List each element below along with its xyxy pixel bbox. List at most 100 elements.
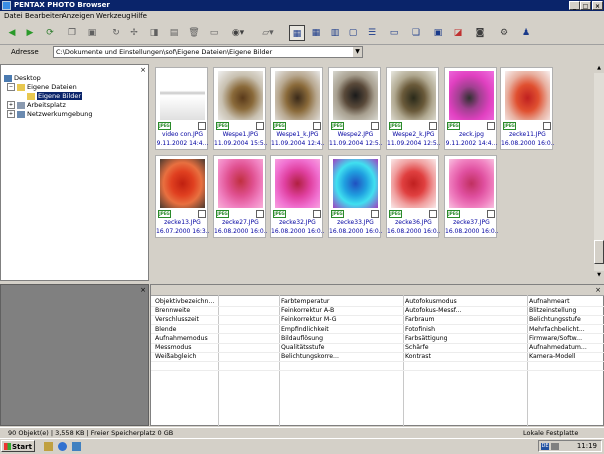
file-date: 11.09.2004 12:4... [271,140,324,147]
rotate-icon[interactable]: ↻ [108,25,124,41]
view-eye-icon[interactable]: ◉▾ [230,25,246,41]
menu-datei[interactable]: Datei [4,12,23,21]
folder-icon[interactable]: ▱▾ [260,25,276,41]
small-thumb-view-icon[interactable]: ▦ [308,25,324,41]
property-label: Autofokus-Messf... [405,307,462,315]
select-checkbox[interactable] [487,122,495,130]
select-checkbox[interactable] [313,210,321,218]
tree-item-netzwerkumgebung[interactable]: + Netzwerkumgebung [7,110,92,119]
thumbnail-item[interactable]: JPEG Wespe2.JPG 11.09.2004 12:5... [328,67,382,150]
select-checkbox[interactable] [198,122,206,130]
file-date: 11.09.2004 12:5... [387,140,440,147]
thumbnail-item[interactable]: JPEG zecke37.JPG 16.08.2000 16:0... [444,155,498,238]
thumbnail-image [160,159,205,208]
select-checkbox[interactable] [313,122,321,130]
tray-icon[interactable] [551,443,559,450]
select-checkbox[interactable] [198,210,206,218]
property-label: Mehrfachbelicht... [529,325,585,333]
select-checkbox[interactable] [371,210,379,218]
gallery-scrollbar[interactable]: ▲ ▼ [594,64,604,280]
select-checkbox[interactable] [429,210,437,218]
tree-item-eigene-dateien[interactable]: − Eigene Dateien [7,83,77,92]
trash-icon[interactable]: 🗑 [186,25,202,41]
thumbnail-item[interactable]: JPEG zecke33.JPG 16.08.2000 16:0... [328,155,382,238]
thumbnail-item[interactable]: JPEG Wespe2_k.JPG 11.09.2004 12:5... [386,67,440,150]
menu-anzeigen[interactable]: Anzeigen [62,12,94,21]
property-label: Kamera-Modell [529,353,576,361]
back-icon[interactable]: ◀ [4,25,20,41]
quicklaunch-desktop-icon[interactable] [44,442,53,451]
preview-view-icon[interactable]: ☰ [364,25,380,41]
thumbnail-item[interactable]: JPEG zecke11.JPG 16.08.2000 16:0... [500,67,554,150]
detail-view-icon[interactable]: ▢ [345,25,361,41]
move-tool-icon[interactable]: ✢ [126,25,142,41]
expand-icon[interactable]: + [7,101,15,109]
thumbnail-item[interactable]: JPEG Wespe1_k.JPG 11.09.2004 12:4... [270,67,324,150]
select-checkbox[interactable] [429,122,437,130]
maximize-button[interactable]: □ [580,1,591,10]
close-button[interactable]: × [592,1,603,10]
select-checkbox[interactable] [371,122,379,130]
tree-item-desktop[interactable]: Desktop [4,74,41,83]
settings-icon[interactable]: ⚙ [496,25,512,41]
file-name: Wespe1.JPG [222,131,259,138]
camera-icon[interactable]: ◙ [472,25,488,41]
menu-hilfe[interactable]: Hilfe [131,12,147,21]
image-edit-icon[interactable]: ◪ [450,25,466,41]
thumbnail-item[interactable]: JPEG video con.JPG 9.11.2002 14:4... [155,67,208,150]
thumbnail-item[interactable]: JPEG Wespe1.JPG 11.09.2004 15:5... [213,67,267,150]
collapse-icon[interactable]: − [7,83,15,91]
move-icon[interactable]: ▣ [84,25,100,41]
address-field[interactable]: C:\Dokumente und Einstellungen\sof\Eigen… [53,46,363,58]
minimize-button[interactable]: _ [569,1,580,10]
scroll-up-icon[interactable]: ▲ [594,64,604,73]
copy-icon[interactable]: ❐ [64,25,80,41]
menu-werkzeug[interactable]: Werkzeug [96,12,131,21]
frame-icon[interactable]: ▭ [206,25,222,41]
select-checkbox[interactable] [487,210,495,218]
thumbnail-image [449,71,494,120]
select-checkbox[interactable] [256,210,264,218]
title-bar: PENTAX PHOTO Browser _ □ × [0,0,604,11]
close-icon[interactable]: × [140,66,146,74]
quicklaunch-ie-icon[interactable] [58,442,67,451]
slideshow-icon[interactable]: ▣ [430,25,446,41]
menu-bearbeiten[interactable]: Bearbeiten [25,12,63,21]
jpeg-badge: JPEG [158,210,171,218]
tree-item-arbeitsplatz[interactable]: + Arbeitsplatz [7,101,66,110]
properties-icon[interactable]: ▭ [386,25,402,41]
chevron-down-icon[interactable]: ▼ [353,47,362,57]
expand-icon[interactable]: + [7,110,15,118]
thumbnail-view-icon[interactable]: ▦ [289,25,305,41]
window-title: PENTAX PHOTO Browser [14,1,110,9]
tree-item-eigene-bilder[interactable]: Eigene Bilder [27,92,83,101]
thumbnail-item[interactable]: JPEG zecke32.JPG 16.08.2000 16:0... [270,155,324,238]
property-label: Messmodus [155,343,192,351]
jpeg-badge: JPEG [216,122,229,130]
file-name: zeck.jpg [459,131,484,138]
refresh-icon[interactable]: ⟳ [42,25,58,41]
list-view-icon[interactable]: ▥ [327,25,343,41]
copy-page-icon[interactable]: ▤ [166,25,182,41]
quicklaunch-outlook-icon[interactable] [72,442,81,451]
print-icon[interactable]: ❏ [408,25,424,41]
close-icon[interactable]: × [140,286,146,294]
address-bar: Adresse C:\Dokumente und Einstellungen\s… [0,45,604,59]
help-icon[interactable]: ♟ [518,25,534,41]
language-indicator[interactable]: DE [541,443,549,450]
select-checkbox[interactable] [256,122,264,130]
thumbnail-item[interactable]: JPEG zeck.jpg 9.11.2002 14:4... [444,67,497,150]
thumbnail-item[interactable]: JPEG zecke27.JPG 16.08.2000 16:0... [213,155,267,238]
close-icon[interactable]: × [595,286,601,294]
scrollbar-thumb[interactable] [594,240,604,264]
delete-icon[interactable]: ◨ [146,25,162,41]
property-label: Feinkorrektur A-B [281,307,335,315]
property-label: Schärfe [405,343,429,351]
forward-icon[interactable]: ▶ [22,25,38,41]
thumbnail-item[interactable]: JPEG zecke13.JPG 16.07.2000 16:3... [155,155,209,238]
select-checkbox[interactable] [543,122,551,130]
thumbnail-item[interactable]: JPEG zecke36.JPG 16.08.2000 16:0... [386,155,440,238]
start-button[interactable]: Start [1,440,35,452]
scroll-down-icon[interactable]: ▼ [594,271,604,280]
preview-pane: × [0,284,149,426]
